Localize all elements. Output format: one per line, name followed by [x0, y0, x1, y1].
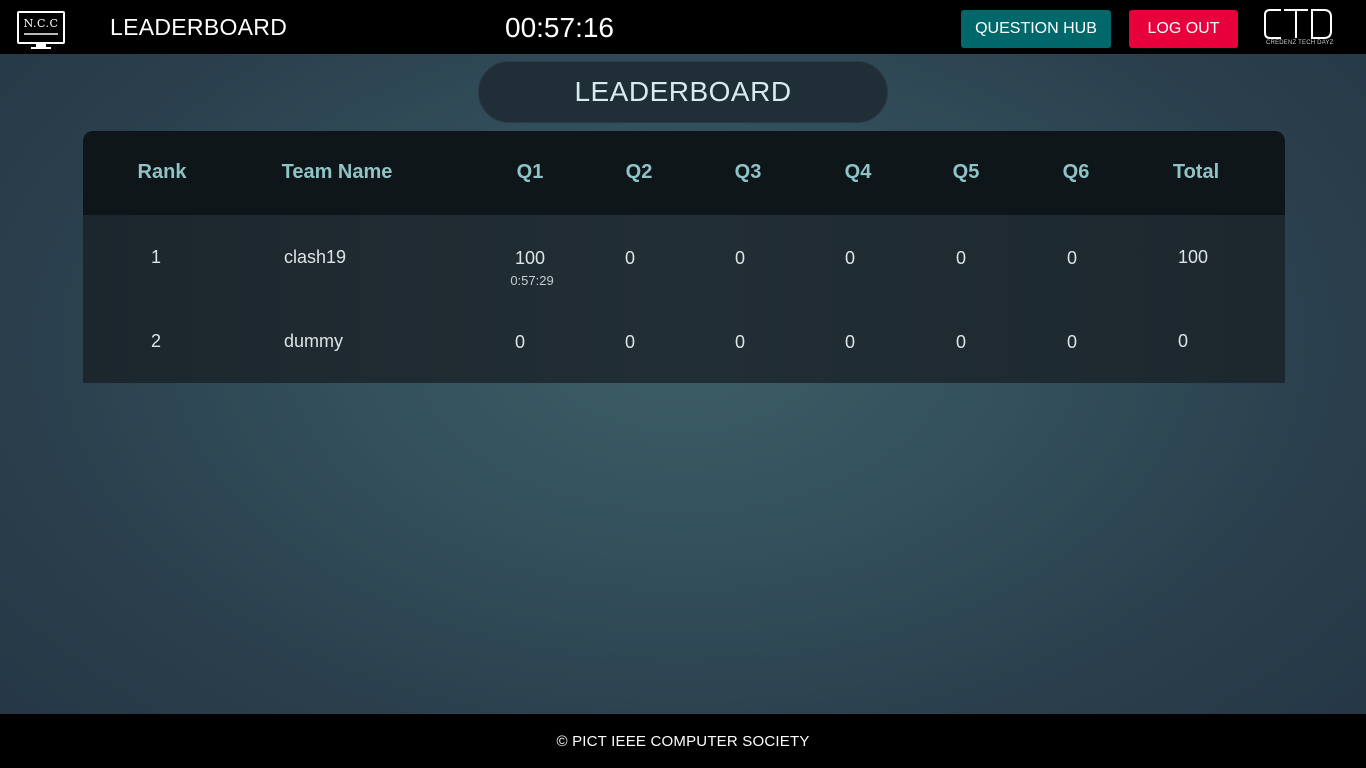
q6-score-cell: 0	[1066, 332, 1078, 352]
logo-tagline-line	[24, 33, 58, 35]
column-header-rank: Rank	[137, 161, 187, 183]
footer-copyright: © PICT IEEE COMPUTER SOCIETY	[556, 732, 810, 750]
page-title: LEADERBOARD	[110, 14, 288, 40]
q5-score-cell: 0	[955, 332, 967, 352]
table-row: 2 dummy 0 0 0 0 0 0 0	[83, 299, 1285, 383]
leaderboard-table: Rank Team Name Q1 Q2 Q3 Q4 Q5 Q6 Total 1…	[83, 131, 1285, 383]
table-header-row: Rank Team Name Q1 Q2 Q3 Q4 Q5 Q6 Total	[83, 131, 1285, 215]
column-header-q2: Q2	[625, 161, 653, 183]
credenz-logo-text: CREDENZ TECH DAYZ	[1266, 40, 1334, 46]
q1-score-cell: 100	[514, 248, 546, 268]
column-header-total: Total	[1172, 161, 1220, 183]
footer: © PICT IEEE COMPUTER SOCIETY	[0, 714, 1366, 768]
team-name-cell: clash19	[284, 247, 347, 267]
leaderboard-heading: LEADERBOARD	[478, 61, 888, 123]
ctd-logo-icon	[1264, 9, 1332, 39]
countdown-timer: 00:57:16	[505, 12, 614, 43]
rank-cell: 1	[150, 247, 162, 267]
column-header-team-name: Team Name	[281, 161, 393, 183]
credenz-logo[interactable]: CREDENZ TECH DAYZ	[1264, 9, 1334, 49]
team-name-cell: dummy	[284, 331, 344, 351]
monitor-base	[31, 47, 51, 49]
top-navbar: N.C.C LEADERBOARD 00:57:16 QUESTION HUB …	[0, 0, 1366, 54]
q3-score-cell: 0	[734, 248, 746, 268]
q2-score-cell: 0	[624, 332, 636, 352]
ncc-logo[interactable]: N.C.C	[17, 11, 65, 50]
total-score-cell: 0	[1177, 331, 1189, 351]
column-header-q5: Q5	[952, 161, 980, 183]
table-row: 1 clash19 100 0:57:29 0 0 0 0 0 100	[83, 215, 1285, 299]
column-header-q1: Q1	[516, 161, 544, 183]
rank-cell: 2	[150, 331, 162, 351]
q6-score-cell: 0	[1066, 248, 1078, 268]
column-header-q6: Q6	[1062, 161, 1090, 183]
q5-score-cell: 0	[955, 248, 967, 268]
monitor-icon: N.C.C	[17, 11, 65, 44]
q1-solve-time: 0:57:29	[510, 273, 554, 288]
logout-button[interactable]: LOG OUT	[1129, 10, 1238, 48]
q1-score-cell: 0	[514, 332, 526, 352]
column-header-q4: Q4	[844, 161, 872, 183]
q2-score-cell: 0	[624, 248, 636, 268]
q4-score-cell: 0	[844, 332, 856, 352]
q4-score-cell: 0	[844, 248, 856, 268]
question-hub-button[interactable]: QUESTION HUB	[961, 10, 1111, 48]
q3-score-cell: 0	[734, 332, 746, 352]
column-header-q3: Q3	[734, 161, 762, 183]
total-score-cell: 100	[1177, 247, 1209, 267]
ncc-logo-text: N.C.C	[23, 17, 59, 30]
